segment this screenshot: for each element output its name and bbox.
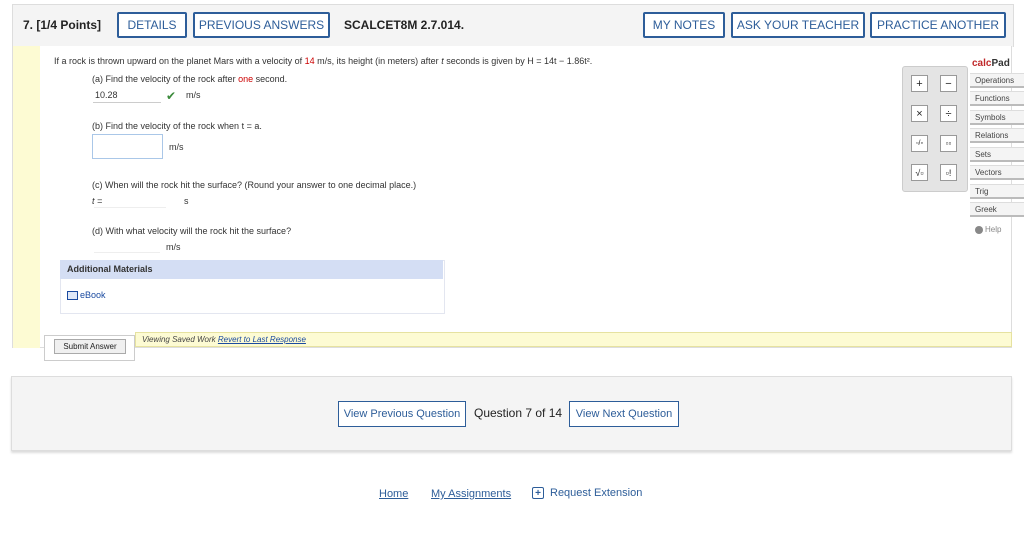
additional-materials-title: Additional Materials: [60, 260, 443, 279]
part-c-label: (c) When will the rock hit the surface? …: [92, 180, 417, 190]
correct-check-icon: ✔: [166, 89, 177, 103]
book-icon: [67, 290, 78, 300]
multiply-key[interactable]: ×: [911, 105, 928, 122]
question-stem: If a rock is thrown upward on the planet…: [54, 56, 593, 66]
tab-operations[interactable]: Operations: [970, 73, 1024, 88]
view-previous-question-button[interactable]: View Previous Question: [338, 401, 466, 427]
part-d-label: (d) With what velocity will the rock hit…: [92, 226, 292, 236]
home-link[interactable]: Home: [379, 488, 408, 500]
ebook-link[interactable]: eBook: [67, 290, 106, 300]
plus-key[interactable]: +: [911, 75, 928, 92]
sqrt-key[interactable]: √▫: [911, 164, 928, 181]
tab-functions[interactable]: Functions: [970, 91, 1024, 106]
question-count: Question 7 of 14: [474, 406, 563, 420]
tab-relations[interactable]: Relations: [970, 128, 1024, 143]
part-b-input[interactable]: [92, 134, 163, 159]
tab-vectors[interactable]: Vectors: [970, 165, 1024, 180]
submit-answer-button[interactable]: Submit Answer: [54, 339, 126, 354]
request-extension-label: Request Extension: [550, 487, 643, 499]
tab-symbols[interactable]: Symbols: [970, 110, 1024, 125]
factorial-key[interactable]: ▫!: [940, 164, 957, 181]
part-b-unit: m/s: [169, 142, 184, 152]
question-number: 7. [1/4 Points]: [23, 18, 102, 32]
help-label: Help: [985, 225, 1002, 234]
calcpad-title: calcPad: [972, 58, 1010, 69]
exponent-key[interactable]: ▫▫: [940, 135, 957, 152]
previous-answers-button[interactable]: PREVIOUS ANSWERS: [193, 12, 330, 38]
saved-work-text: Viewing Saved Work: [142, 335, 218, 344]
help-icon: [975, 225, 983, 234]
part-a-answer[interactable]: 10.28: [93, 89, 161, 103]
tab-greek[interactable]: Greek: [970, 202, 1024, 217]
view-next-question-button[interactable]: View Next Question: [569, 401, 679, 427]
calcpad-keypad: + − × ÷ ▫/▫ ▫▫ √▫ ▫!: [902, 66, 968, 192]
saved-indicator-bar: [13, 46, 40, 348]
details-button[interactable]: DETAILS: [117, 12, 187, 38]
my-assignments-link[interactable]: My Assignments: [431, 488, 511, 500]
question-code: SCALCET8M 2.7.014.: [344, 18, 465, 32]
part-c-unit: s: [184, 196, 189, 206]
part-a-unit: m/s: [186, 90, 201, 100]
part-d-unit: m/s: [166, 242, 181, 252]
calendar-plus-icon: +: [532, 487, 544, 499]
tab-trig[interactable]: Trig: [970, 184, 1024, 199]
revert-link[interactable]: Revert to Last Response: [218, 335, 306, 344]
practice-another-button[interactable]: PRACTICE ANOTHER: [870, 12, 1006, 38]
ask-teacher-button[interactable]: ASK YOUR TEACHER: [731, 12, 865, 38]
part-c-input[interactable]: [94, 194, 166, 208]
divide-key[interactable]: ÷: [940, 105, 957, 122]
my-notes-button[interactable]: MY NOTES: [643, 12, 725, 38]
fraction-key[interactable]: ▫/▫: [911, 135, 928, 152]
ebook-label[interactable]: eBook: [80, 290, 106, 300]
tab-sets[interactable]: Sets: [970, 147, 1024, 162]
part-d-input[interactable]: [94, 239, 160, 253]
part-b-label: (b) Find the velocity of the rock when t…: [92, 121, 262, 131]
request-extension-link[interactable]: + Request Extension: [532, 487, 642, 499]
part-a-label: (a) Find the velocity of the rock after …: [92, 74, 288, 84]
minus-key[interactable]: −: [940, 75, 957, 92]
calcpad-help[interactable]: Help: [975, 225, 1001, 234]
saved-work-bar: Viewing Saved Work Revert to Last Respon…: [135, 332, 1012, 347]
